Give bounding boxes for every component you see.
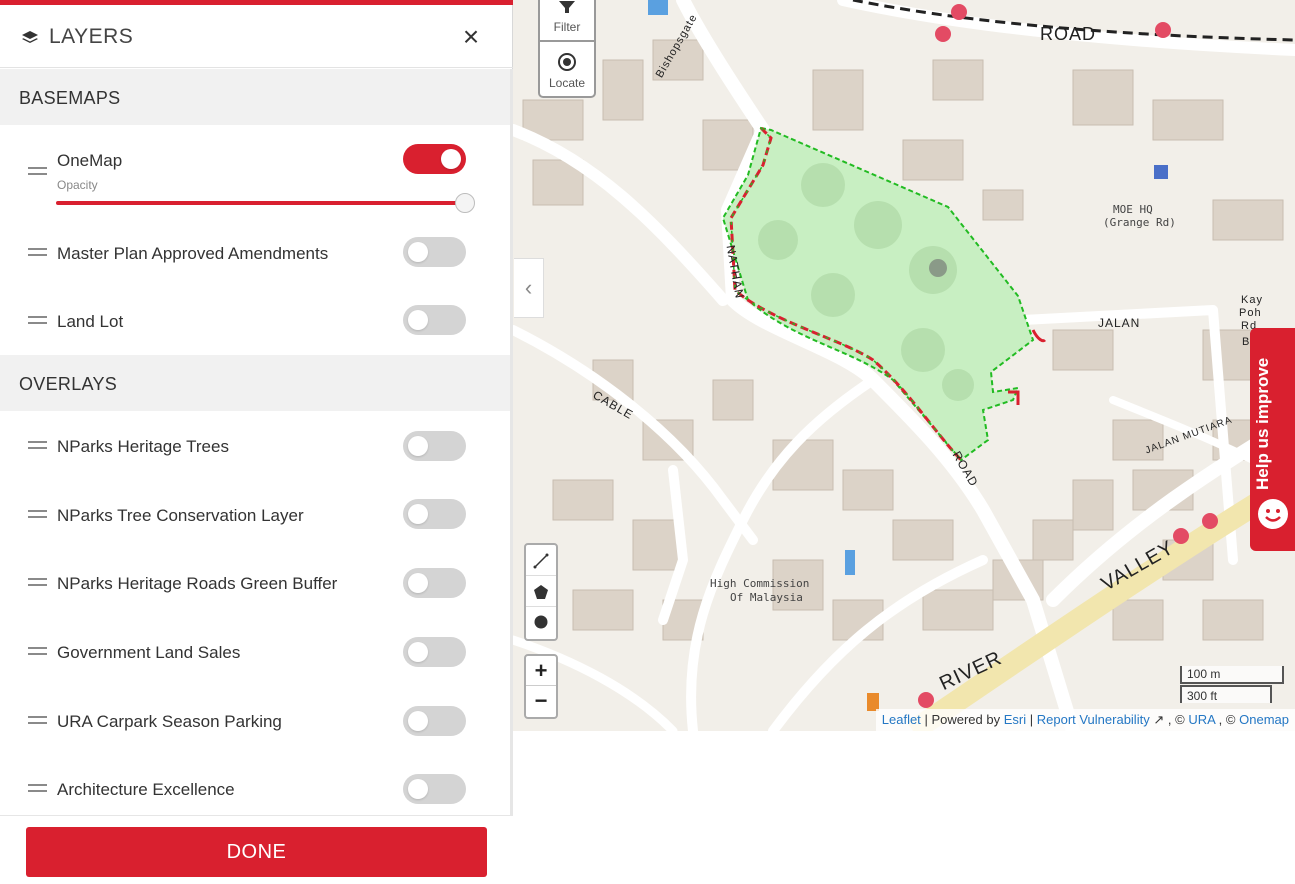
filter-button[interactable]: Filter [540,0,594,42]
map-label-jalan: JALAN [1098,316,1141,330]
copyright-ura: © [1175,712,1185,727]
report-vulnerability-link[interactable]: Report Vulnerability [1037,712,1150,727]
layer-toggle-architecture-excellence[interactable] [403,774,466,804]
layer-label: Architecture Excellence [57,780,235,799]
map-basemap [513,0,1295,731]
layer-toggle-master-plan[interactable] [403,237,466,267]
layer-row-ura-carpark: URA Carpark Season Parking [0,704,510,764]
scale-metric: 100 m [1180,666,1284,684]
panel-footer: DONE [0,815,513,884]
map-top-controls: Filter Locate [538,0,596,98]
external-link-icon: ↗ [1153,712,1165,727]
collapse-panel-button[interactable]: ‹ [514,258,544,318]
map-label-kay: Kay [1241,294,1263,306]
layer-label: URA Carpark Season Parking [57,712,282,731]
layer-row-onemap: OneMap [0,143,510,203]
draw-circle-button[interactable] [526,607,556,638]
layer-label: Government Land Sales [57,643,241,662]
ura-link[interactable]: URA [1188,712,1215,727]
filter-icon [559,1,575,13]
drag-handle-icon[interactable] [28,784,47,792]
layer-row-architecture-excellence: Architecture Excellence [0,772,510,815]
overlays-section-heading: OVERLAYS [0,355,510,411]
drag-handle-icon[interactable] [28,167,47,175]
overlays-heading-text: OVERLAYS [19,374,118,394]
help-us-improve-button[interactable]: Help us improve [1250,328,1295,551]
map-label-commission-sub: Of Malaysia [730,591,803,604]
layer-label: NParks Tree Conservation Layer [57,506,304,525]
locate-label: Locate [548,76,586,90]
layer-toggle-tree-conservation[interactable] [403,499,466,529]
zoom-in-button[interactable]: + [526,656,556,686]
draw-polygon-button[interactable] [526,576,556,607]
powered-by-text: Powered by [931,712,1001,727]
map-label-moe: MOE HQ [1113,203,1153,216]
map-scale: 100 m 300 ft [1179,664,1284,704]
layer-toggle-ura-carpark[interactable] [403,706,466,736]
layers-panel: LAYERS × BASEMAPS OneMap Opacity Master … [0,0,513,884]
layer-label: NParks Heritage Roads Green Buffer [57,574,338,593]
layer-label: Master Plan Approved Amendments [57,244,329,263]
onemap-link[interactable]: Onemap [1239,712,1289,727]
close-icon[interactable]: × [459,23,483,51]
layer-row-government-land-sales: Government Land Sales [0,635,510,695]
filter-label: Filter [553,20,581,34]
feedback-label: Help us improve [1253,357,1272,490]
polygon-icon [534,585,548,599]
done-button[interactable]: DONE [26,827,487,877]
scale-imperial: 300 ft [1180,685,1272,703]
zoom-control: + − [524,654,558,719]
leaflet-link[interactable]: Leaflet [882,712,921,727]
opacity-slider-track[interactable] [56,201,466,205]
drag-handle-icon[interactable] [28,716,47,724]
map-attribution: Leaflet | Powered by Esri | Report Vulne… [875,709,1295,731]
line-icon [533,553,549,569]
layer-toggle-onemap[interactable] [403,144,466,174]
drag-handle-icon[interactable] [28,647,47,655]
layer-label: OneMap [57,151,123,170]
opacity-label: Opacity [57,178,98,192]
copyright-onemap: © [1225,712,1236,727]
layer-toggle-heritage-roads[interactable] [403,568,466,598]
layer-row-heritage-roads: NParks Heritage Roads Green Buffer [0,566,510,626]
draw-line-button[interactable] [526,545,556,576]
drag-handle-icon[interactable] [28,578,47,586]
drag-handle-icon[interactable] [28,316,47,324]
layers-list[interactable]: BASEMAPS OneMap Opacity Master Plan Appr… [0,69,510,815]
map-label-poh: Poh [1239,307,1262,319]
esri-link[interactable]: Esri [1004,712,1026,727]
panel-title: LAYERS [49,25,134,48]
map-label-road-top: ROAD [1040,24,1097,44]
map-label-commission: High Commission [710,577,810,590]
map-label-moe-sub: (Grange Rd) [1103,216,1176,229]
opacity-slider-handle[interactable] [455,193,475,213]
layer-toggle-government-land-sales[interactable] [403,637,466,667]
layer-label: NParks Heritage Trees [57,437,229,456]
zoom-out-button[interactable]: − [526,686,556,716]
layer-toggle-land-lot[interactable] [403,305,466,335]
layer-row-heritage-trees: NParks Heritage Trees [0,429,510,489]
smiley-icon [1258,499,1288,529]
locate-button[interactable]: Locate [540,42,594,96]
drag-handle-icon[interactable] [28,441,47,449]
layers-icon [22,31,38,43]
layer-toggle-heritage-trees[interactable] [403,431,466,461]
circle-icon [534,615,548,629]
basemaps-section-heading: BASEMAPS [0,69,510,125]
basemaps-heading-text: BASEMAPS [19,88,121,108]
layer-row-master-plan: Master Plan Approved Amendments [0,236,510,296]
layer-row-tree-conservation: NParks Tree Conservation Layer [0,498,510,558]
panel-header: LAYERS × [0,5,513,68]
map-canvas[interactable]: ROAD MOE HQ (Grange Rd) High Commission … [513,0,1295,731]
drag-handle-icon[interactable] [28,510,47,518]
layer-label: Land Lot [57,312,124,331]
draw-toolbar [524,543,558,641]
locate-icon [558,53,576,71]
drag-handle-icon[interactable] [28,248,47,256]
